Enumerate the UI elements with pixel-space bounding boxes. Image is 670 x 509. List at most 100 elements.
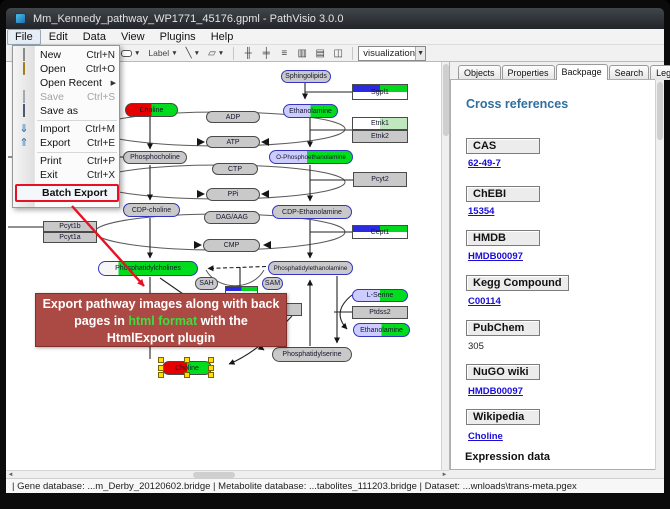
node-cept1[interactable]: Cept1 xyxy=(352,225,408,239)
datanode-tool-button[interactable]: ▼ xyxy=(117,46,144,61)
node-phosphatidylcholines[interactable]: Phosphatidylcholines xyxy=(98,261,198,276)
node-cdp-choline[interactable]: CDP-choline xyxy=(123,203,180,217)
canvas-vertical-scrollbar[interactable] xyxy=(441,62,449,470)
node-phosphatidylserine[interactable]: Phosphatidylserine xyxy=(272,347,352,362)
xref-link-hmdb[interactable]: HMDB00097 xyxy=(468,251,523,262)
selection-handle[interactable] xyxy=(208,372,214,378)
menu-file[interactable]: File xyxy=(7,29,41,45)
tab-backpage[interactable]: Backpage xyxy=(556,64,608,80)
node-dag-aag[interactable]: DAG/AAG xyxy=(204,211,260,224)
xref-header-chebi: ChEBI xyxy=(466,186,540,202)
node-choline-top[interactable]: Choline xyxy=(125,103,178,117)
xref-link-kegg[interactable]: C00114 xyxy=(468,296,501,307)
align-center-x-button[interactable]: ╫ xyxy=(239,46,257,61)
node-phosphatidylethanolamine[interactable]: Phosphatidylethanolamine xyxy=(268,261,353,275)
selection-handle[interactable] xyxy=(158,357,164,363)
label-tool-button[interactable]: Label▼ xyxy=(144,46,181,61)
node-sphingolipids[interactable]: Sphingolipids xyxy=(281,70,331,83)
panel-vertical-scrollbar[interactable] xyxy=(655,80,663,470)
selection-handle[interactable] xyxy=(184,372,190,378)
common-width-button[interactable]: ▤ xyxy=(311,46,329,61)
node-adp[interactable]: ADP xyxy=(206,111,260,123)
menu-item-export[interactable]: ⇑ ExportCtrl+E xyxy=(13,136,121,150)
status-text: | Gene database: ...m_Derby_20120602.bri… xyxy=(12,481,577,492)
stack-vertical-button[interactable]: ≡ xyxy=(275,46,293,61)
datanode-icon xyxy=(121,50,132,57)
node-ptdss2[interactable]: Ptdss2 xyxy=(352,306,408,319)
selection-handle[interactable] xyxy=(184,357,190,363)
menu-item-exit[interactable]: ExitCtrl+X xyxy=(13,168,121,182)
node-cmp[interactable]: CMP xyxy=(203,239,260,252)
node-pcyt1a[interactable]: Pcyt1a xyxy=(43,232,97,243)
node-pcyt2[interactable]: Pcyt2 xyxy=(353,172,407,187)
xref-link-chebi[interactable]: 15354 xyxy=(468,206,494,217)
menu-view[interactable]: View xyxy=(114,30,152,44)
chevron-down-icon[interactable]: ▼ xyxy=(415,47,425,60)
line-icon: ╲ xyxy=(186,48,192,59)
xref-link-cas[interactable]: 62-49-7 xyxy=(468,158,501,169)
chevron-down-icon[interactable]: ▼ xyxy=(218,50,224,57)
menu-item-open[interactable]: OpenCtrl+O xyxy=(13,62,121,76)
chevron-down-icon[interactable]: ▼ xyxy=(171,50,177,57)
menu-bar: File Edit Data View Plugins Help xyxy=(6,29,664,45)
tab-search[interactable]: Search xyxy=(609,65,650,80)
menu-item-print[interactable]: PrintCtrl+P xyxy=(13,154,121,168)
visualization-combobox[interactable]: visualization▼ xyxy=(358,46,426,61)
xref-header-wikipedia: Wikipedia xyxy=(466,409,540,425)
submenu-arrow-icon: ▶ xyxy=(111,79,116,87)
node-sam[interactable]: SAM xyxy=(262,277,283,290)
xref-value-pubchem: 305 xyxy=(468,341,484,352)
menu-item-batch-export[interactable]: Batch Export xyxy=(15,184,119,202)
tab-properties[interactable]: Properties xyxy=(502,65,555,80)
common-height-icon: ◫ xyxy=(334,48,343,59)
xref-header-cas: CAS xyxy=(466,138,540,154)
menu-plugins[interactable]: Plugins xyxy=(153,30,203,44)
xref-link-nugo[interactable]: HMDB00097 xyxy=(468,386,523,397)
menu-item-import[interactable]: ⇓ ImportCtrl+M xyxy=(13,122,121,136)
shape-tool-button[interactable]: ▱▼ xyxy=(204,46,228,61)
scrollbar-thumb[interactable] xyxy=(657,82,663,140)
node-o-phosphoethanolamine[interactable]: O-Phosphoethanolamine xyxy=(269,150,353,164)
tab-legend[interactable]: Legend xyxy=(650,65,670,80)
common-height-button[interactable]: ◫ xyxy=(329,46,347,61)
node-etnk1[interactable]: Etnk1 xyxy=(352,117,408,130)
selection-handle[interactable] xyxy=(158,372,164,378)
stack-vertical-icon: ≡ xyxy=(281,48,287,59)
menu-item-new[interactable]: NewCtrl+N xyxy=(13,48,121,62)
canvas-horizontal-scrollbar[interactable]: ◄ ► xyxy=(6,470,449,478)
node-ppi[interactable]: PPi xyxy=(206,188,260,201)
menu-edit[interactable]: Edit xyxy=(42,30,75,44)
menu-data[interactable]: Data xyxy=(76,30,113,44)
node-etnk2[interactable]: Etnk2 xyxy=(352,130,408,143)
node-ethanolamine-top[interactable]: Ethanolamine xyxy=(283,104,338,118)
menu-item-open-recent[interactable]: Open Recent▶ xyxy=(13,76,121,90)
node-atp[interactable]: ATP xyxy=(206,136,260,148)
line-tool-button[interactable]: ╲▼ xyxy=(182,46,204,61)
node-ctp[interactable]: CTP xyxy=(212,163,258,175)
node-sah[interactable]: SAH xyxy=(195,277,218,290)
selection-handle[interactable] xyxy=(208,365,214,371)
tab-objects[interactable]: Objects xyxy=(458,65,501,80)
chevron-down-icon[interactable]: ▼ xyxy=(194,50,200,57)
xref-header-nugo: NuGO wiki xyxy=(466,364,540,380)
xref-link-wikipedia[interactable]: Choline xyxy=(468,431,503,442)
align-center-y-button[interactable]: ╪ xyxy=(257,46,275,61)
menu-item-save[interactable]: SaveCtrl+S xyxy=(13,90,121,104)
save-icon xyxy=(18,91,30,103)
node-cdp-ethanolamine[interactable]: CDP-Ethanolamine xyxy=(272,205,352,219)
node-l-serine[interactable]: L-Serine xyxy=(352,289,408,302)
menu-help[interactable]: Help xyxy=(204,30,241,44)
node-pcyt1b[interactable]: Pcyt1b xyxy=(43,221,97,232)
chevron-down-icon[interactable]: ▼ xyxy=(134,50,140,57)
app-icon xyxy=(15,13,26,24)
stack-horizontal-button[interactable]: ▥ xyxy=(293,46,311,61)
open-folder-icon xyxy=(18,63,30,75)
node-sgpl1[interactable]: Sgpl1 xyxy=(352,84,408,100)
scrollbar-filler xyxy=(449,470,664,478)
menu-separator xyxy=(37,152,117,153)
selection-handle[interactable] xyxy=(208,357,214,363)
menu-item-save-as[interactable]: Save as xyxy=(13,104,121,118)
selection-handle[interactable] xyxy=(158,365,164,371)
node-phosphocholine[interactable]: Phosphocholine xyxy=(123,151,187,164)
node-ethanolamine-bottom[interactable]: Ethanolamine xyxy=(353,323,410,337)
